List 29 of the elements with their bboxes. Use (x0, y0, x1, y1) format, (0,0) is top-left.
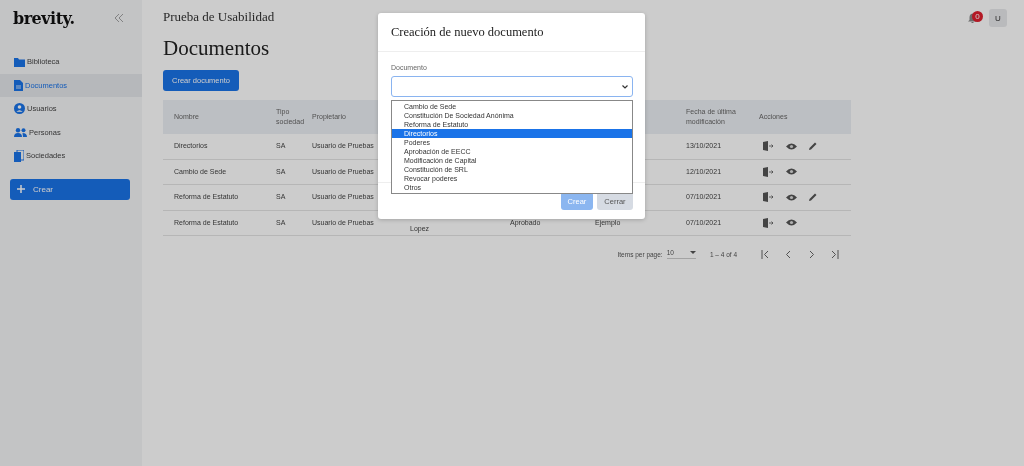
next-page-icon[interactable] (807, 249, 816, 259)
heading: Documentos (163, 36, 270, 61)
plus-icon (17, 185, 25, 193)
avatar[interactable]: U (989, 9, 1007, 27)
pencil-icon[interactable] (809, 142, 817, 151)
eye-icon[interactable] (786, 219, 797, 227)
logo: brevity. (13, 8, 75, 28)
eye-icon[interactable] (786, 168, 797, 176)
exit-icon[interactable] (763, 192, 774, 203)
user-icon (14, 103, 25, 115)
create-button[interactable]: Crear (10, 178, 130, 200)
copy-icon (14, 149, 24, 162)
eye-icon[interactable] (786, 142, 797, 150)
pencil-icon[interactable] (809, 193, 817, 202)
caret-icon (689, 251, 696, 254)
people-icon (14, 127, 27, 137)
document-icon (14, 79, 23, 91)
page-title: Prueba de Usabilidad (163, 9, 275, 25)
exit-icon[interactable] (763, 166, 774, 177)
chevron-icon (622, 84, 628, 89)
folder-icon (14, 56, 25, 67)
notification-badge: 0 (972, 11, 983, 22)
previous-page-icon[interactable] (784, 249, 793, 259)
first-page-icon[interactable] (761, 249, 770, 259)
exit-icon[interactable] (763, 141, 774, 152)
modal-title: Creación de nuevo documento (391, 24, 544, 40)
last-page-icon[interactable] (830, 249, 839, 259)
eye-icon[interactable] (786, 193, 797, 201)
exit-icon[interactable] (763, 217, 774, 228)
